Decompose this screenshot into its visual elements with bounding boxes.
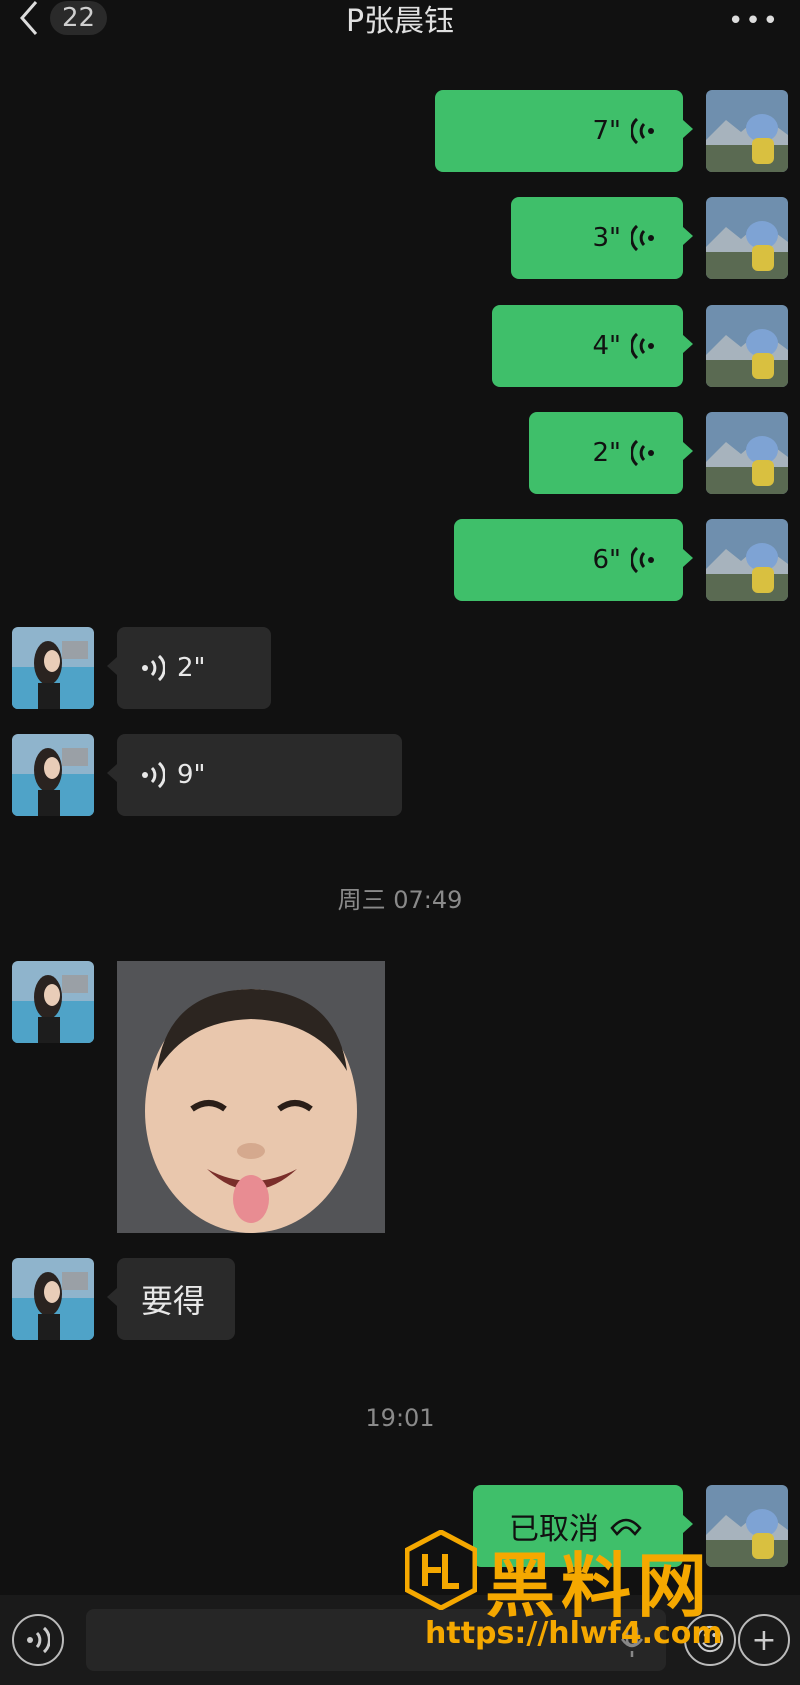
timestamp: 19:01 — [365, 1404, 435, 1432]
chat-header: 22 P张晨钰 ••• — [0, 0, 800, 40]
voice-message-in[interactable]: 9" — [107, 734, 402, 816]
message-row: 要得 — [0, 1258, 800, 1342]
voice-message-out[interactable]: 4" — [492, 305, 693, 387]
voice-wave-icon — [142, 761, 165, 789]
message-text: 要得 — [141, 1282, 206, 1320]
message-row: 7" — [0, 90, 800, 174]
chat-title: P张晨钰 — [345, 4, 455, 39]
voice-input-icon[interactable] — [12, 1614, 64, 1666]
timestamp: 周三 07:49 — [337, 886, 463, 914]
more-icon[interactable]: ••• — [728, 6, 780, 36]
text-message-in[interactable]: 要得 — [107, 1258, 235, 1340]
voice-message-in[interactable]: 2" — [107, 627, 271, 709]
avatar[interactable] — [706, 519, 788, 601]
avatar[interactable] — [706, 90, 788, 172]
voice-message-out[interactable]: 3" — [511, 197, 693, 279]
message-row: 2" — [0, 627, 800, 711]
avatar[interactable] — [12, 1258, 94, 1340]
avatar[interactable] — [12, 961, 94, 1043]
voice-duration: 7" — [592, 116, 621, 146]
voice-duration: 3" — [592, 223, 621, 253]
message-row: 9" — [0, 734, 800, 818]
voice-message-out[interactable]: 2" — [529, 412, 693, 494]
avatar[interactable] — [706, 412, 788, 494]
message-row: 3" — [0, 197, 800, 281]
avatar[interactable] — [706, 197, 788, 279]
voice-wave-icon — [631, 117, 654, 145]
voice-duration: 4" — [592, 331, 621, 361]
message-row: 2" — [0, 412, 800, 496]
voice-wave-icon — [631, 439, 654, 467]
watermark-url: https://hlwf4.com — [425, 1616, 723, 1651]
avatar[interactable] — [706, 305, 788, 387]
voice-message-out[interactable]: 7" — [435, 90, 693, 172]
voice-duration: 2" — [177, 653, 206, 683]
voice-wave-icon — [142, 654, 165, 682]
voice-message-out[interactable]: 6" — [454, 519, 693, 601]
voice-duration: 6" — [592, 545, 621, 575]
voice-wave-icon — [631, 224, 654, 252]
watermark-logo-icon — [405, 1530, 477, 1610]
voice-wave-icon — [631, 546, 654, 574]
message-row: 6" — [0, 519, 800, 603]
image-message[interactable] — [117, 961, 385, 1233]
voice-duration: 2" — [592, 438, 621, 468]
watermark: 黑料网 https://hlwf4.com — [405, 1530, 785, 1670]
voice-duration: 9" — [177, 760, 206, 790]
avatar[interactable] — [12, 627, 94, 709]
avatar[interactable] — [12, 734, 94, 816]
message-row: 4" — [0, 305, 800, 389]
voice-wave-icon — [631, 332, 654, 360]
